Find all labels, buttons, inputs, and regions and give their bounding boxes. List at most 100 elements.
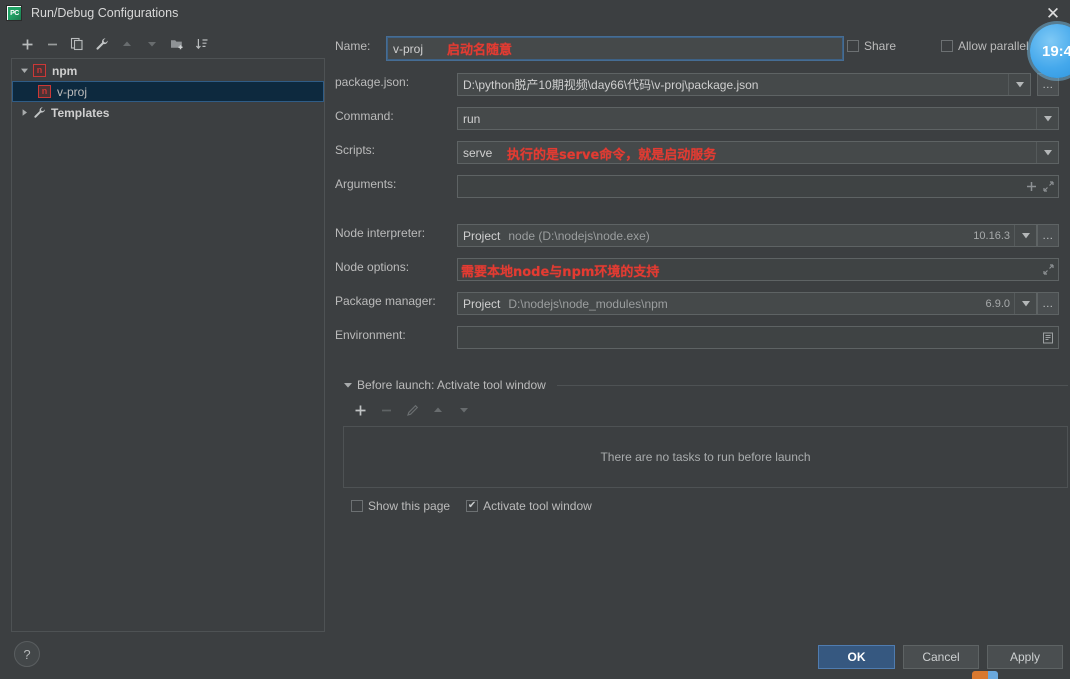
remove-task-button[interactable] [375, 400, 397, 420]
package-json-row: package.json: [335, 75, 409, 89]
command-label: Command: [335, 109, 394, 123]
configurations-panel: n npm n v-proj Templates [11, 32, 325, 632]
package-json-label: package.json: [335, 75, 410, 89]
package-manager-scope: Project [463, 296, 501, 311]
task-move-up-button[interactable] [427, 400, 449, 420]
move-up-button[interactable] [116, 34, 138, 54]
share-checkbox-box[interactable] [847, 40, 859, 52]
task-move-down-button[interactable] [453, 400, 475, 420]
scripts-value: serve [463, 145, 493, 160]
tree-item-templates-label: Templates [51, 105, 110, 120]
add-task-button[interactable] [349, 400, 371, 420]
tree-item-npm[interactable]: n npm [12, 60, 324, 81]
share-checkbox[interactable]: Share [847, 39, 896, 53]
package-json-value: D:\python脱产10期视频\day66\代码\v-proj\package… [463, 78, 759, 92]
node-options-label: Node options: [335, 260, 410, 274]
command-row: Command: [335, 109, 394, 123]
package-json-dropdown-icon[interactable] [1008, 74, 1030, 95]
command-dropdown-icon[interactable] [1036, 108, 1058, 129]
help-button[interactable]: ? [14, 641, 40, 667]
arguments-row: Arguments: [335, 177, 396, 191]
package-manager-browse-button[interactable]: ... [1037, 292, 1059, 315]
before-launch-expander-icon[interactable] [343, 380, 353, 390]
node-options-row: Node options: [335, 260, 409, 274]
show-this-page-checkbox[interactable]: Show this page [351, 499, 450, 513]
package-json-input[interactable]: D:\python脱产10期视频\day66\代码\v-proj\package… [457, 73, 1031, 96]
scripts-dropdown-icon[interactable] [1036, 142, 1058, 163]
activate-tool-window-checkbox-box[interactable]: ✔ [466, 500, 479, 512]
before-launch-options: Show this page ✔ Activate tool window [343, 499, 1068, 513]
show-this-page-label: Show this page [368, 499, 451, 513]
node-options-input[interactable] [457, 258, 1059, 281]
npm-icon: n [38, 85, 51, 98]
name-input[interactable]: v-proj [386, 36, 844, 61]
edit-templates-wrench-icon[interactable] [91, 34, 113, 54]
window-title: Run/Debug Configurations [31, 5, 179, 20]
before-launch-title: Before launch: Activate tool window [357, 378, 546, 392]
before-launch-empty-text: There are no tasks to run before launch [600, 450, 811, 464]
package-manager-combobox[interactable]: Project D:\nodejs\node_modules\npm 6.9.0 [457, 292, 1037, 315]
close-icon[interactable]: ✕ [1042, 2, 1064, 24]
tree-item-npm-label: npm [52, 63, 78, 78]
dialog-body: n npm n v-proj Templates Name: v-proj 启动… [0, 25, 1070, 633]
show-this-page-checkbox-box[interactable] [351, 500, 363, 512]
apply-button[interactable]: Apply [987, 645, 1063, 669]
add-configuration-button[interactable] [16, 34, 38, 54]
activate-tool-window-checkbox[interactable]: ✔ Activate tool window [466, 499, 592, 513]
package-manager-row: Package manager: [335, 294, 436, 308]
configuration-form: Name: v-proj 启动名随意 Share Allow parallel … [335, 25, 1070, 633]
chevron-down-icon[interactable] [18, 64, 31, 77]
arguments-label: Arguments: [335, 177, 397, 191]
pycharm-icon-label: PC [8, 6, 21, 20]
before-launch-header[interactable]: Before launch: Activate tool window [343, 378, 1068, 392]
cancel-button[interactable]: Cancel [903, 645, 979, 669]
package-manager-dropdown-icon[interactable] [1014, 293, 1036, 314]
arguments-expand-icon[interactable] [1043, 181, 1054, 192]
copy-configuration-button[interactable] [66, 34, 88, 54]
configurations-tree[interactable]: n npm n v-proj Templates [11, 58, 325, 632]
node-interpreter-label: Node interpreter: [335, 226, 426, 240]
node-options-expand-icon[interactable] [1043, 264, 1054, 275]
scripts-combobox[interactable]: serve [457, 141, 1059, 164]
ok-button[interactable]: OK [818, 645, 895, 669]
arguments-actions [1026, 176, 1054, 197]
chevron-right-icon[interactable] [18, 106, 31, 119]
move-into-folder-button[interactable] [166, 34, 188, 54]
move-down-button[interactable] [141, 34, 163, 54]
name-input-value: v-proj [393, 41, 424, 56]
before-launch-toolbar [343, 400, 1068, 420]
node-interpreter-row: Node interpreter: [335, 226, 425, 240]
command-value: run [463, 111, 481, 126]
node-interpreter-dropdown-icon[interactable] [1014, 225, 1036, 246]
node-interpreter-version: 10.16.3 [973, 229, 1010, 242]
package-manager-value: D:\nodejs\node_modules\npm [508, 296, 668, 311]
node-interpreter-browse-button[interactable]: ... [1037, 224, 1059, 247]
node-interpreter-combobox[interactable]: Project node (D:\nodejs\node.exe) 10.16.… [457, 224, 1037, 247]
package-manager-label: Package manager: [335, 294, 436, 308]
activate-tool-window-label: Activate tool window [483, 499, 592, 513]
title-bar: PC Run/Debug Configurations ✕ [0, 0, 1070, 25]
remove-configuration-button[interactable] [41, 34, 63, 54]
environment-label: Environment: [335, 328, 406, 342]
before-launch-divider [556, 384, 1068, 386]
tree-item-v-proj[interactable]: n v-proj [12, 81, 324, 102]
dialog-footer: ? OK Cancel Apply [0, 633, 1070, 678]
environment-actions [1042, 327, 1054, 348]
node-options-actions [1043, 259, 1054, 280]
node-interpreter-value: node (D:\nodejs\node.exe) [508, 228, 650, 243]
edit-task-pencil-icon[interactable] [401, 400, 423, 420]
tree-item-templates[interactable]: Templates [12, 102, 324, 123]
arguments-add-icon[interactable] [1026, 181, 1037, 192]
environment-edit-icon[interactable] [1042, 332, 1054, 344]
environment-input[interactable] [457, 326, 1059, 349]
allow-parallel-run-checkbox-box[interactable] [941, 40, 953, 52]
name-label: Name: [335, 39, 371, 53]
command-combobox[interactable]: run [457, 107, 1059, 130]
before-launch-task-list[interactable]: There are no tasks to run before launch [343, 426, 1068, 488]
sort-configurations-button[interactable] [191, 34, 213, 54]
scripts-label: Scripts: [335, 143, 376, 157]
arguments-input[interactable] [457, 175, 1059, 198]
environment-row: Environment: [335, 328, 406, 342]
before-launch-section: Before launch: Activate tool window Ther… [343, 378, 1068, 513]
wrench-icon [33, 106, 46, 119]
